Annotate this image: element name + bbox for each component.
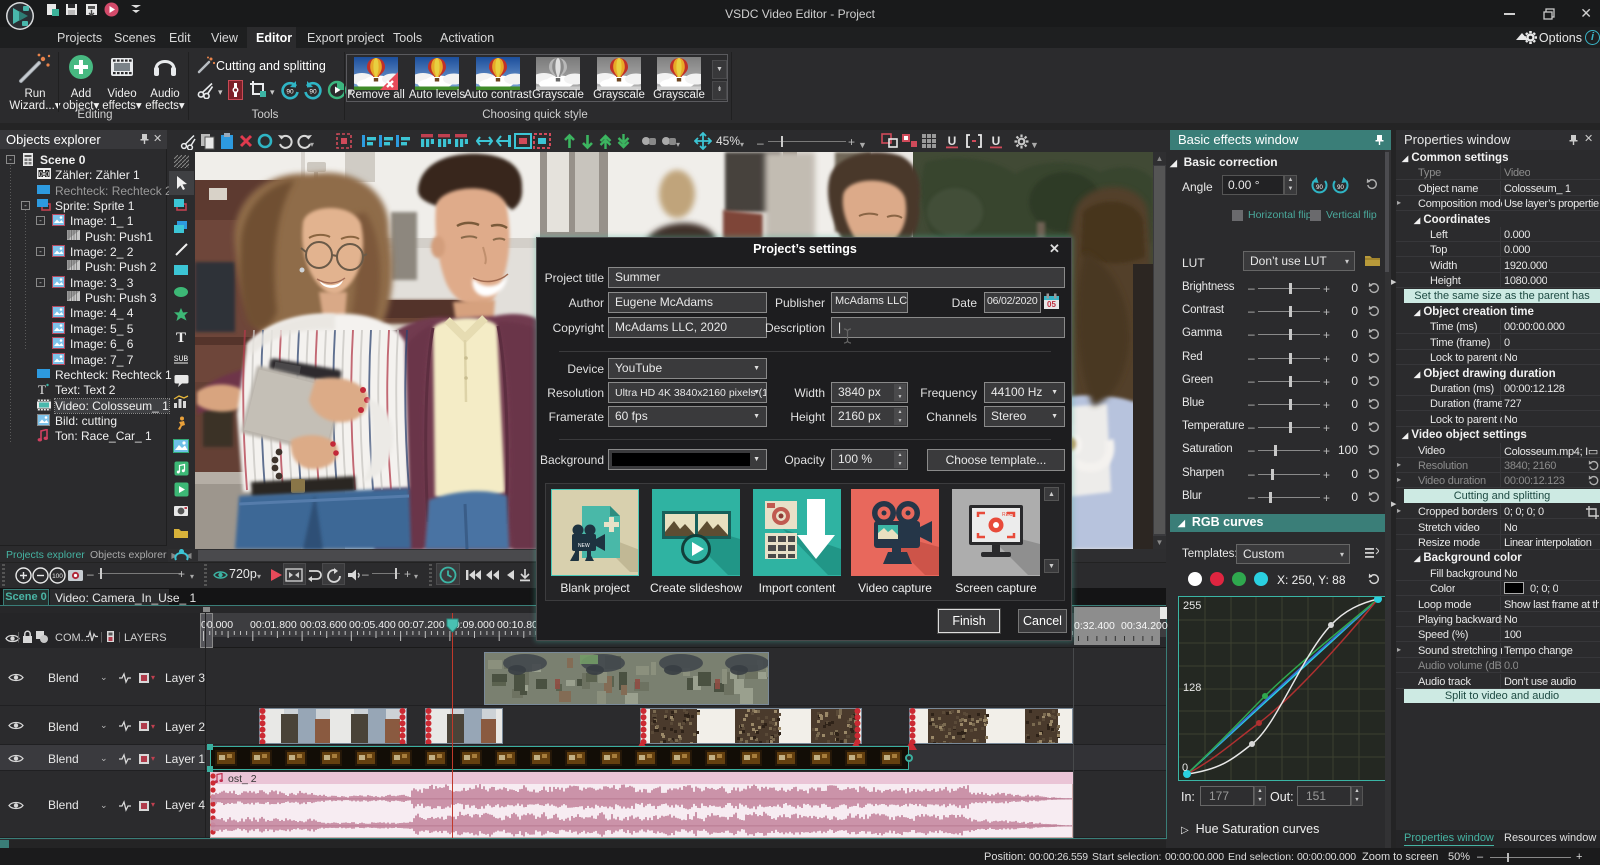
svg-text:90: 90 [286, 89, 294, 96]
svg-text:0: 0 [39, 171, 43, 178]
svg-text:0: 0 [45, 171, 49, 178]
svg-text:90: 90 [309, 89, 317, 96]
svg-text:90: 90 [1337, 185, 1344, 191]
svg-text:100: 100 [52, 573, 63, 580]
svg-text:U: U [992, 134, 1001, 148]
svg-text:NEW: NEW [578, 543, 590, 549]
svg-text:T: T [176, 330, 186, 344]
svg-text:REC: REC [1002, 512, 1013, 518]
svg-text:T: T [38, 383, 46, 395]
svg-text:05: 05 [1047, 300, 1056, 309]
svg-text:90: 90 [1316, 185, 1323, 191]
svg-text:U: U [948, 134, 957, 148]
